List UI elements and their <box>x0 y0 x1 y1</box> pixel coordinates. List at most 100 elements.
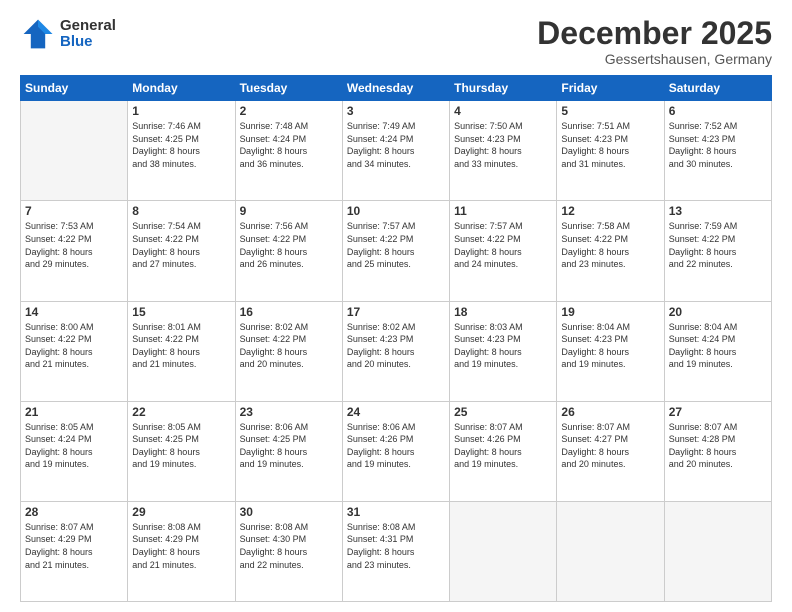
day-info: Sunrise: 8:07 AM Sunset: 4:27 PM Dayligh… <box>561 421 659 471</box>
calendar-week-row: 7 Sunrise: 7:53 AM Sunset: 4:22 PM Daylig… <box>21 201 772 301</box>
day-info: Sunrise: 8:01 AM Sunset: 4:22 PM Dayligh… <box>132 321 230 371</box>
day-number: 3 <box>347 104 445 118</box>
month-title: December 2025 <box>537 16 772 51</box>
day-number: 16 <box>240 305 338 319</box>
calendar-cell: 17 Sunrise: 8:02 AM Sunset: 4:23 PM Dayli… <box>342 301 449 401</box>
day-info: Sunrise: 8:08 AM Sunset: 4:31 PM Dayligh… <box>347 521 445 571</box>
calendar-cell: 9 Sunrise: 7:56 AM Sunset: 4:22 PM Daylig… <box>235 201 342 301</box>
calendar-day-header: Monday <box>128 76 235 101</box>
day-number: 10 <box>347 204 445 218</box>
calendar-week-row: 1 Sunrise: 7:46 AM Sunset: 4:25 PM Daylig… <box>21 101 772 201</box>
day-number: 4 <box>454 104 552 118</box>
calendar-cell: 26 Sunrise: 8:07 AM Sunset: 4:27 PM Dayli… <box>557 401 664 501</box>
calendar-cell: 29Sunrise: 8:08 AM Sunset: 4:29 PM Dayli… <box>128 501 235 601</box>
day-info: Sunrise: 8:02 AM Sunset: 4:23 PM Dayligh… <box>347 321 445 371</box>
day-number: 21 <box>25 405 123 419</box>
calendar-cell: 1 Sunrise: 7:46 AM Sunset: 4:25 PM Daylig… <box>128 101 235 201</box>
day-info: Sunrise: 8:00 AM Sunset: 4:22 PM Dayligh… <box>25 321 123 371</box>
calendar-cell: 8Sunrise: 7:54 AM Sunset: 4:22 PM Daylig… <box>128 201 235 301</box>
calendar-cell: 6Sunrise: 7:52 AM Sunset: 4:23 PM Daylig… <box>664 101 771 201</box>
day-info: Sunrise: 8:06 AM Sunset: 4:26 PM Dayligh… <box>347 421 445 471</box>
day-number: 29 <box>132 505 230 519</box>
day-info: Sunrise: 7:53 AM Sunset: 4:22 PM Dayligh… <box>25 220 123 270</box>
calendar-day-header: Saturday <box>664 76 771 101</box>
day-number: 27 <box>669 405 767 419</box>
calendar-cell: 14 Sunrise: 8:00 AM Sunset: 4:22 PM Dayli… <box>21 301 128 401</box>
day-number: 14 <box>25 305 123 319</box>
day-info: Sunrise: 8:05 AM Sunset: 4:25 PM Dayligh… <box>132 421 230 471</box>
calendar-header-row: SundayMondayTuesdayWednesdayThursdayFrid… <box>21 76 772 101</box>
day-number: 7 <box>25 204 123 218</box>
day-info: Sunrise: 7:49 AM Sunset: 4:24 PM Dayligh… <box>347 120 445 170</box>
day-info: Sunrise: 8:04 AM Sunset: 4:23 PM Dayligh… <box>561 321 659 371</box>
calendar-cell <box>450 501 557 601</box>
logo-icon <box>20 16 56 52</box>
day-info: Sunrise: 8:04 AM Sunset: 4:24 PM Dayligh… <box>669 321 767 371</box>
day-number: 15 <box>132 305 230 319</box>
location: Gessertshausen, Germany <box>537 51 772 67</box>
day-info: Sunrise: 7:57 AM Sunset: 4:22 PM Dayligh… <box>454 220 552 270</box>
day-number: 1 <box>132 104 230 118</box>
calendar-week-row: 28 Sunrise: 8:07 AM Sunset: 4:29 PM Dayli… <box>21 501 772 601</box>
calendar-cell <box>664 501 771 601</box>
calendar-cell: 24Sunrise: 8:06 AM Sunset: 4:26 PM Dayli… <box>342 401 449 501</box>
calendar-cell: 10 Sunrise: 7:57 AM Sunset: 4:22 PM Dayli… <box>342 201 449 301</box>
day-info: Sunrise: 8:02 AM Sunset: 4:22 PM Dayligh… <box>240 321 338 371</box>
title-block: December 2025 Gessertshausen, Germany <box>537 16 772 67</box>
calendar-cell <box>557 501 664 601</box>
calendar-cell: 13Sunrise: 7:59 AM Sunset: 4:22 PM Dayli… <box>664 201 771 301</box>
day-number: 19 <box>561 305 659 319</box>
calendar-cell: 28 Sunrise: 8:07 AM Sunset: 4:29 PM Dayli… <box>21 501 128 601</box>
day-info: Sunrise: 7:46 AM Sunset: 4:25 PM Dayligh… <box>132 120 230 170</box>
calendar-cell <box>21 101 128 201</box>
calendar-cell: 3 Sunrise: 7:49 AM Sunset: 4:24 PM Daylig… <box>342 101 449 201</box>
calendar-table: SundayMondayTuesdayWednesdayThursdayFrid… <box>20 75 772 602</box>
calendar-cell: 2Sunrise: 7:48 AM Sunset: 4:24 PM Daylig… <box>235 101 342 201</box>
day-number: 5 <box>561 104 659 118</box>
day-number: 28 <box>25 505 123 519</box>
day-info: Sunrise: 7:58 AM Sunset: 4:22 PM Dayligh… <box>561 220 659 270</box>
day-number: 9 <box>240 204 338 218</box>
calendar-cell: 27 Sunrise: 8:07 AM Sunset: 4:28 PM Dayli… <box>664 401 771 501</box>
calendar-day-header: Friday <box>557 76 664 101</box>
day-info: Sunrise: 8:07 AM Sunset: 4:29 PM Dayligh… <box>25 521 123 571</box>
calendar-day-header: Sunday <box>21 76 128 101</box>
calendar-day-header: Thursday <box>450 76 557 101</box>
calendar-week-row: 21 Sunrise: 8:05 AM Sunset: 4:24 PM Dayli… <box>21 401 772 501</box>
calendar-cell: 23 Sunrise: 8:06 AM Sunset: 4:25 PM Dayli… <box>235 401 342 501</box>
calendar-cell: 31 Sunrise: 8:08 AM Sunset: 4:31 PM Dayli… <box>342 501 449 601</box>
day-number: 11 <box>454 204 552 218</box>
day-info: Sunrise: 7:52 AM Sunset: 4:23 PM Dayligh… <box>669 120 767 170</box>
day-number: 8 <box>132 204 230 218</box>
calendar-cell: 7 Sunrise: 7:53 AM Sunset: 4:22 PM Daylig… <box>21 201 128 301</box>
day-number: 26 <box>561 405 659 419</box>
calendar-cell: 22Sunrise: 8:05 AM Sunset: 4:25 PM Dayli… <box>128 401 235 501</box>
calendar-cell: 25Sunrise: 8:07 AM Sunset: 4:26 PM Dayli… <box>450 401 557 501</box>
calendar-cell: 5 Sunrise: 7:51 AM Sunset: 4:23 PM Daylig… <box>557 101 664 201</box>
day-info: Sunrise: 7:50 AM Sunset: 4:23 PM Dayligh… <box>454 120 552 170</box>
day-info: Sunrise: 8:06 AM Sunset: 4:25 PM Dayligh… <box>240 421 338 471</box>
day-number: 13 <box>669 204 767 218</box>
day-number: 17 <box>347 305 445 319</box>
logo-line2: Blue <box>60 33 93 50</box>
day-info: Sunrise: 8:07 AM Sunset: 4:28 PM Dayligh… <box>669 421 767 471</box>
day-number: 25 <box>454 405 552 419</box>
calendar-week-row: 14 Sunrise: 8:00 AM Sunset: 4:22 PM Dayli… <box>21 301 772 401</box>
calendar-day-header: Wednesday <box>342 76 449 101</box>
calendar-cell: 12Sunrise: 7:58 AM Sunset: 4:22 PM Dayli… <box>557 201 664 301</box>
header: General Blue December 2025 Gessertshause… <box>20 16 772 67</box>
day-info: Sunrise: 8:03 AM Sunset: 4:23 PM Dayligh… <box>454 321 552 371</box>
logo: General Blue <box>20 16 116 52</box>
day-number: 18 <box>454 305 552 319</box>
day-number: 2 <box>240 104 338 118</box>
day-number: 30 <box>240 505 338 519</box>
calendar-cell: 21 Sunrise: 8:05 AM Sunset: 4:24 PM Dayli… <box>21 401 128 501</box>
day-info: Sunrise: 8:08 AM Sunset: 4:30 PM Dayligh… <box>240 521 338 571</box>
day-info: Sunrise: 8:05 AM Sunset: 4:24 PM Dayligh… <box>25 421 123 471</box>
day-info: Sunrise: 7:57 AM Sunset: 4:22 PM Dayligh… <box>347 220 445 270</box>
day-info: Sunrise: 7:51 AM Sunset: 4:23 PM Dayligh… <box>561 120 659 170</box>
day-number: 31 <box>347 505 445 519</box>
day-number: 23 <box>240 405 338 419</box>
calendar-cell: 16 Sunrise: 8:02 AM Sunset: 4:22 PM Dayli… <box>235 301 342 401</box>
day-info: Sunrise: 7:56 AM Sunset: 4:22 PM Dayligh… <box>240 220 338 270</box>
